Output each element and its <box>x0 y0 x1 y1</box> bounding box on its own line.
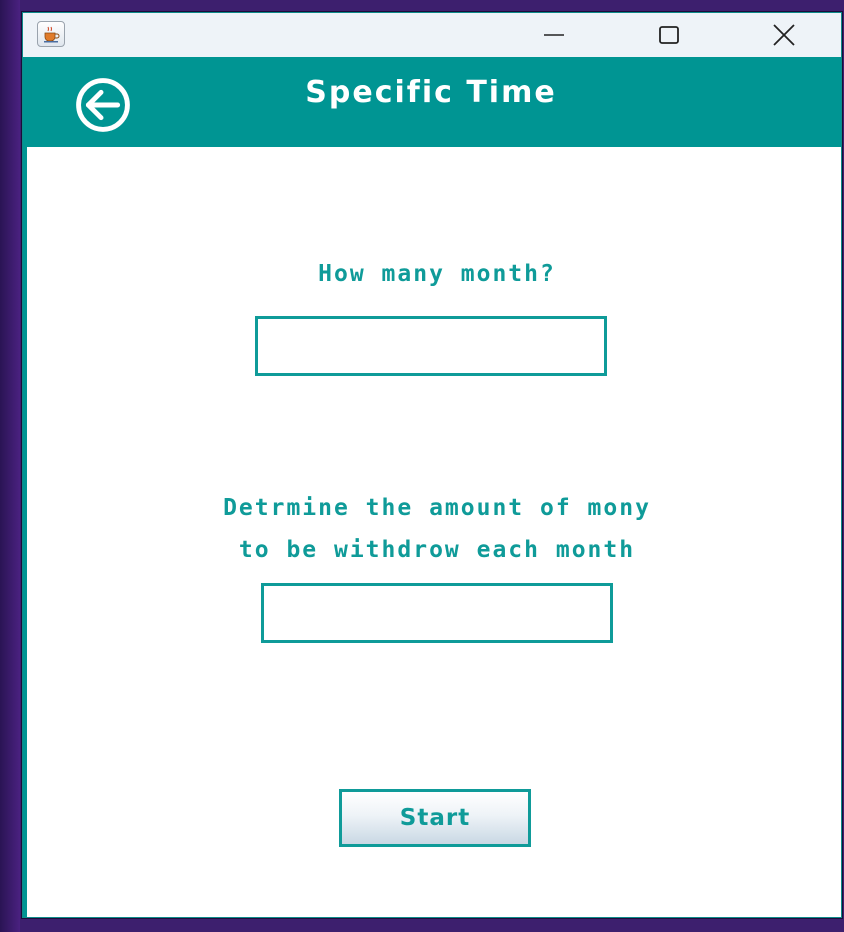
amount-label-line2: to be withdrow each month <box>238 537 636 563</box>
close-icon <box>773 24 795 46</box>
months-input[interactable] <box>255 316 607 376</box>
back-button[interactable] <box>61 77 145 133</box>
maximize-button[interactable] <box>640 13 698 57</box>
maximize-icon <box>659 26 679 44</box>
back-arrow-icon <box>76 78 130 132</box>
form-panel: How many month? Detrmine the amount of m… <box>23 147 841 917</box>
app-window: Specific Time How many month? Detrmine t… <box>22 12 842 918</box>
close-button[interactable] <box>755 13 813 57</box>
page-title: Specific Time <box>305 75 557 110</box>
window-titlebar[interactable] <box>23 13 841 57</box>
desktop-background <box>0 0 20 932</box>
amount-input[interactable] <box>261 583 613 643</box>
minimize-icon <box>544 34 564 36</box>
amount-label-line1: Detrmine the amount of mony <box>223 495 651 521</box>
java-cup-icon <box>37 21 65 47</box>
app-header: Specific Time <box>23 57 841 147</box>
months-label: How many month? <box>318 261 556 287</box>
start-button[interactable]: Start <box>339 789 531 847</box>
minimize-button[interactable] <box>525 13 583 57</box>
